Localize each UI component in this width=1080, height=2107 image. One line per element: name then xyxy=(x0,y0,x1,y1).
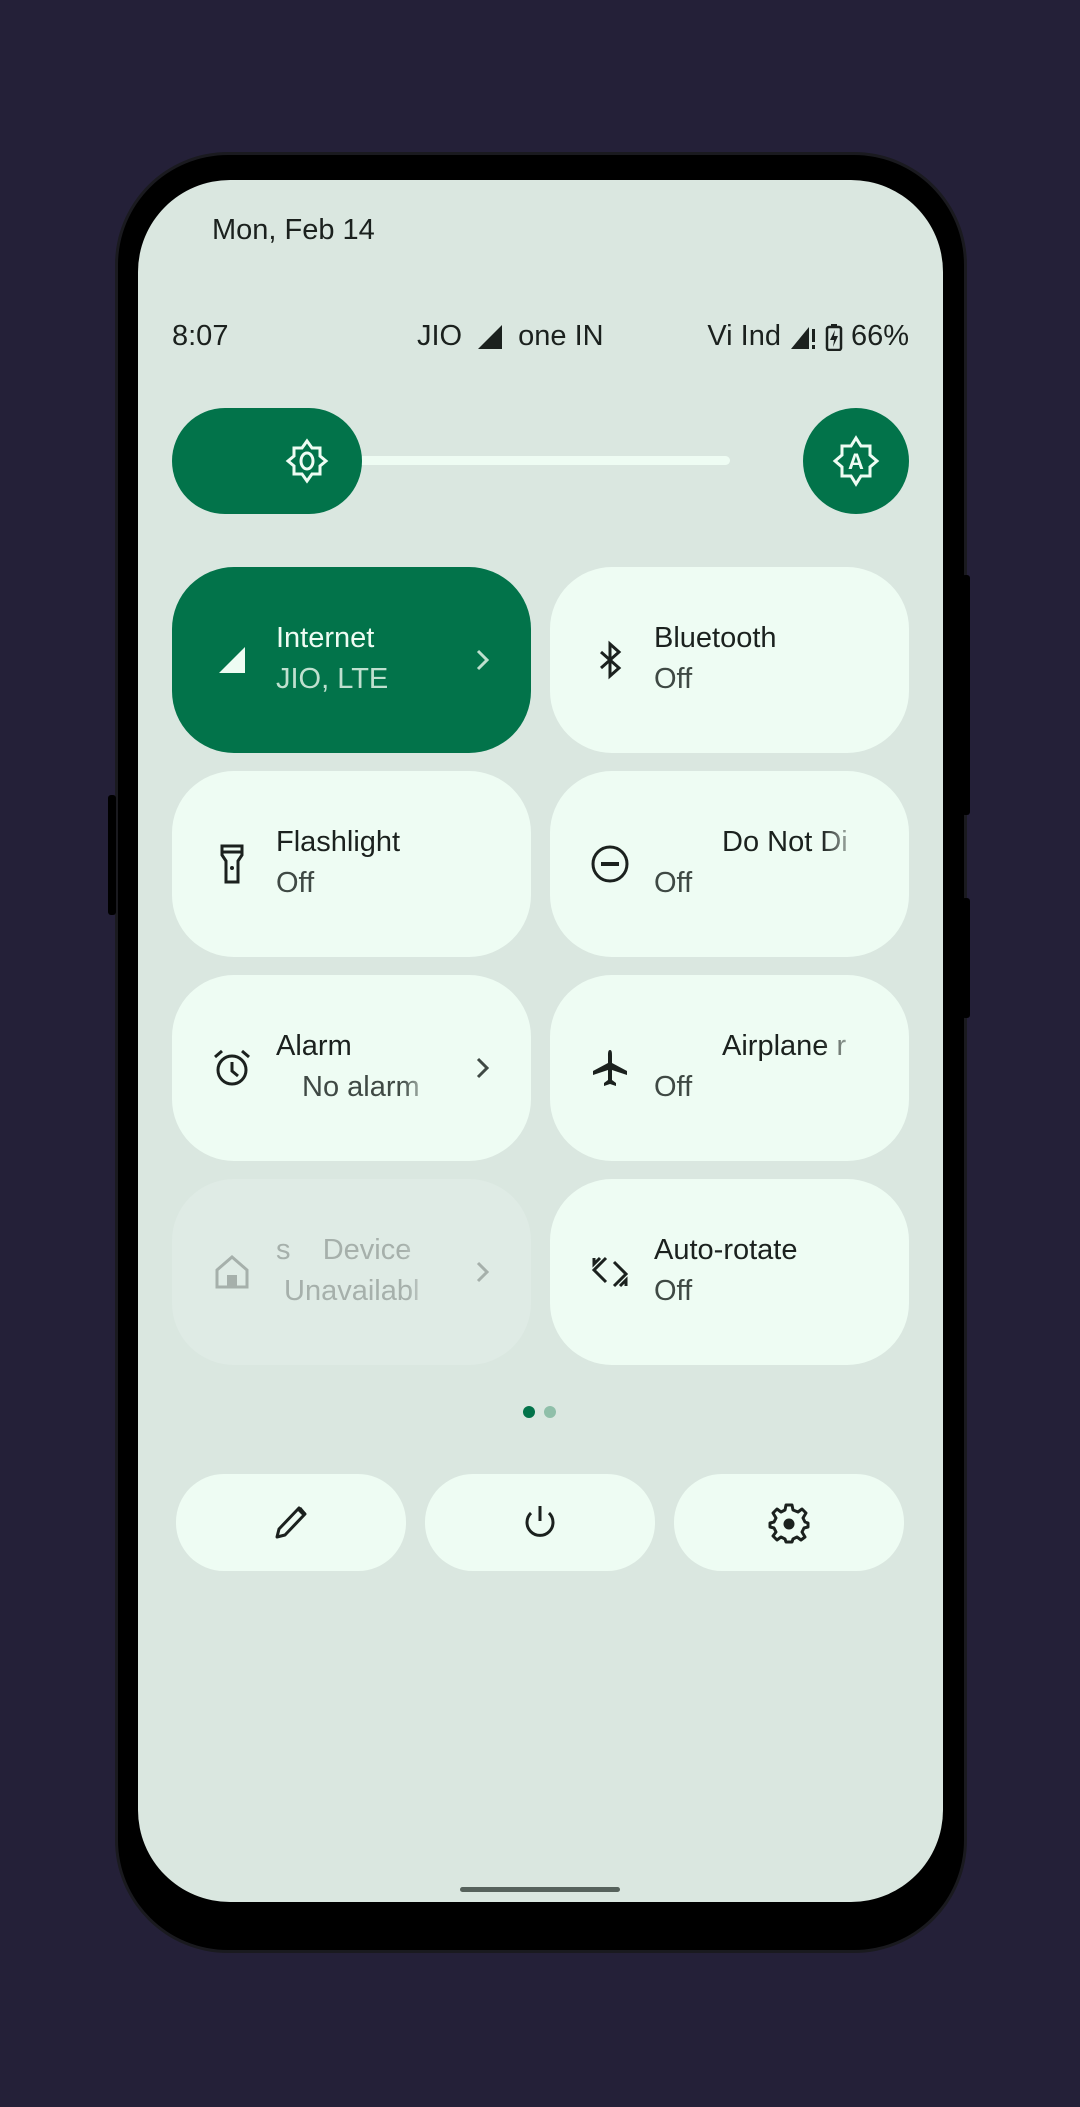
home-gesture-bar[interactable] xyxy=(460,1887,620,1892)
tile-device-controls[interactable]: s Device Unavailabl xyxy=(172,1179,531,1365)
chevron-right-icon[interactable] xyxy=(473,1255,493,1289)
svg-text:A: A xyxy=(848,449,864,474)
tile-label: Flashlight xyxy=(276,826,401,858)
tile-airplane-mode[interactable]: Airplane r Off xyxy=(550,975,909,1161)
flashlight-icon xyxy=(212,843,252,885)
brightness-fill[interactable] xyxy=(172,408,362,514)
gear-icon xyxy=(768,1503,810,1543)
tile-do-not-disturb[interactable]: Do Not Di Off xyxy=(550,771,909,957)
carriers: JIO one IN xyxy=(417,320,604,353)
auto-rotate-icon xyxy=(590,1251,630,1293)
tile-label: Do Not Di xyxy=(722,826,848,858)
tile-label: Auto-rotate xyxy=(654,1234,798,1266)
tile-label: Bluetooth xyxy=(654,622,777,654)
tile-label: Internet xyxy=(276,622,375,654)
page-dot-inactive[interactable] xyxy=(544,1406,556,1418)
signal-no-data-icon xyxy=(790,326,815,349)
home-icon xyxy=(212,1251,252,1293)
chevron-right-icon[interactable] xyxy=(473,1051,493,1085)
pencil-icon xyxy=(275,1506,307,1538)
tile-subtitle: Off xyxy=(654,1071,693,1103)
tile-subtitle: Unavailabl xyxy=(284,1275,420,1307)
status-bar: 8:07 JIO one IN Vi Ind 66% xyxy=(172,320,909,360)
date-label[interactable]: Mon, Feb 14 xyxy=(212,214,375,247)
tile-label: Airplane r xyxy=(722,1030,847,1062)
tile-alarm[interactable]: Alarm No alarm xyxy=(172,975,531,1161)
status-right: Vi Ind 66% xyxy=(707,320,909,353)
auto-brightness-icon: A xyxy=(832,435,880,487)
auto-brightness-button[interactable]: A xyxy=(803,408,909,514)
tile-flashlight[interactable]: Flashlight Off xyxy=(172,771,531,957)
page-dot-active[interactable] xyxy=(523,1406,535,1418)
signal-full-icon xyxy=(478,324,503,349)
tile-subtitle: Off xyxy=(654,663,693,695)
tile-auto-rotate[interactable]: Auto-rotate Off xyxy=(550,1179,909,1365)
carrier-vi: Vi Ind xyxy=(707,320,781,352)
carrier-one-in: one IN xyxy=(518,320,604,352)
settings-button[interactable] xyxy=(674,1474,904,1571)
tile-subtitle: JIO, LTE xyxy=(276,663,389,695)
brightness-icon xyxy=(285,438,329,484)
quick-tiles-grid: Internet JIO, LTE Bluetooth Off Flashlig… xyxy=(172,567,909,1365)
tile-subtitle: Off xyxy=(276,867,315,899)
cellular-signal-icon xyxy=(212,639,252,681)
bottom-actions xyxy=(176,1474,904,1571)
tile-label: s Device xyxy=(276,1234,412,1266)
clock: 8:07 xyxy=(172,320,229,352)
tile-subtitle: Off xyxy=(654,1275,693,1307)
quick-settings-panel: Mon, Feb 14 8:07 JIO one IN Vi Ind 66% A xyxy=(138,180,943,1902)
chevron-right-icon[interactable] xyxy=(473,643,493,677)
tile-subtitle: No alarm xyxy=(302,1071,420,1103)
page-indicator xyxy=(523,1406,556,1418)
power-button[interactable] xyxy=(425,1474,655,1571)
airplane-icon xyxy=(590,1047,630,1089)
side-button-left xyxy=(108,795,116,915)
tile-bluetooth[interactable]: Bluetooth Off xyxy=(550,567,909,753)
volume-button xyxy=(962,575,970,815)
battery-charging-icon xyxy=(825,323,843,351)
power-side-button xyxy=(962,898,970,1018)
edit-button[interactable] xyxy=(176,1474,406,1571)
brightness-slider[interactable]: A xyxy=(172,408,909,514)
tile-subtitle: Off xyxy=(654,867,693,899)
do-not-disturb-icon xyxy=(590,843,630,885)
carrier-jio: JIO xyxy=(417,320,463,352)
battery-percent: 66% xyxy=(850,320,909,352)
bluetooth-icon xyxy=(590,639,630,681)
tile-internet[interactable]: Internet JIO, LTE xyxy=(172,567,531,753)
brightness-track[interactable] xyxy=(332,456,730,465)
power-icon xyxy=(525,1505,555,1537)
tile-label: Alarm xyxy=(276,1030,352,1062)
alarm-icon xyxy=(212,1047,252,1089)
